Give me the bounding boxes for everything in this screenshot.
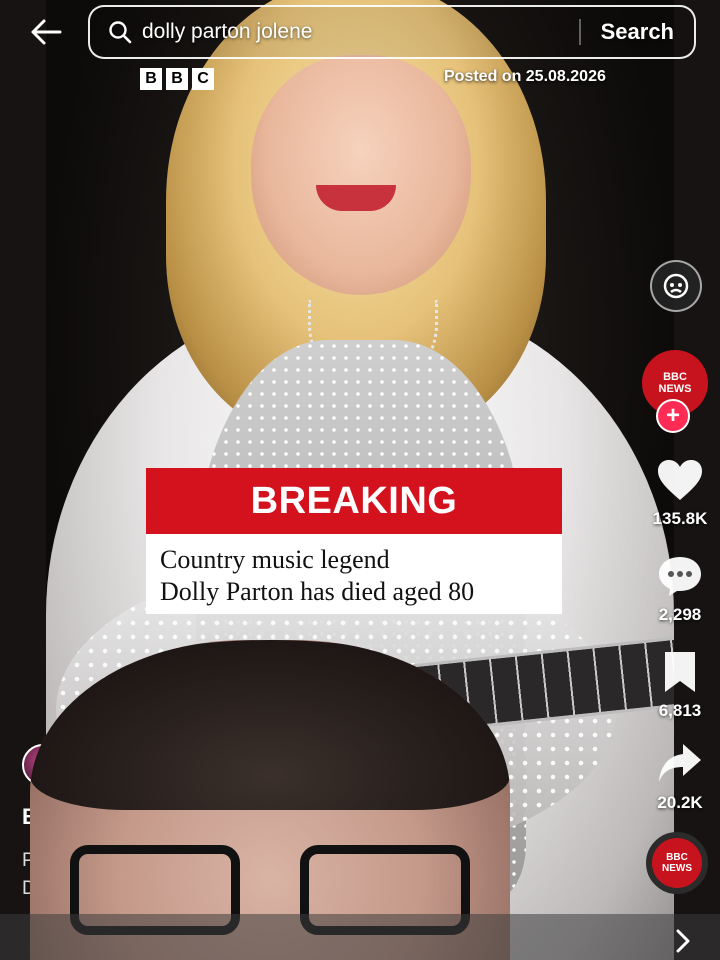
creator-facecam	[30, 640, 510, 960]
face-scan-icon	[663, 273, 689, 299]
effect-button[interactable]	[650, 260, 702, 312]
follow-button[interactable]: +	[656, 399, 690, 433]
posted-date: Posted on 25.08.2026	[444, 68, 606, 85]
breaking-headline: Country music legend Dolly Parton has di…	[146, 534, 562, 614]
share-count: 20.2K	[657, 793, 703, 812]
music-disc[interactable]: BBC NEWS	[646, 832, 708, 894]
music-disc-line-2: NEWS	[662, 863, 692, 874]
share-icon	[659, 744, 701, 782]
creator-avatar-line-1: BBC	[663, 371, 687, 383]
comment-icon	[659, 557, 701, 596]
bbc-logo-letter: C	[192, 68, 214, 90]
arrow-left-icon	[31, 19, 62, 45]
back-button[interactable]	[26, 14, 66, 50]
photo-face	[251, 55, 471, 295]
share-button[interactable]: 20.2K	[640, 740, 720, 813]
bookmark-icon	[665, 652, 695, 692]
heart-icon	[658, 460, 702, 500]
music-disc-line-1: BBC	[666, 852, 688, 863]
headline-line-2: Dolly Parton has died aged 80	[160, 577, 475, 606]
like-button[interactable]: 135.8K	[640, 458, 720, 529]
bbc-logo-letter: B	[140, 68, 162, 90]
bottom-bar	[0, 914, 720, 960]
bbc-logo: B B C	[140, 68, 214, 90]
search-box[interactable]: dolly parton jolene Search	[88, 5, 696, 59]
bbc-logo-letter: B	[166, 68, 188, 90]
like-count: 135.8K	[652, 509, 708, 528]
search-icon	[108, 20, 132, 44]
breaking-label: BREAKING	[146, 468, 562, 534]
chevron-right-icon	[676, 929, 690, 953]
facecam-hair	[30, 640, 510, 810]
headline-line-1: Country music legend	[160, 545, 390, 574]
comment-count: 2,298	[658, 605, 702, 624]
save-count: 6,813	[658, 701, 702, 720]
next-button[interactable]	[670, 926, 696, 956]
comment-button[interactable]: 2,298	[640, 554, 720, 625]
creator-avatar-line-2: NEWS	[658, 383, 692, 395]
save-button[interactable]: 6,813	[640, 650, 720, 721]
search-input[interactable]: dolly parton jolene	[142, 20, 579, 44]
video-screen: dolly parton jolene Search B B C Posted …	[0, 0, 720, 960]
search-button[interactable]: Search	[581, 19, 694, 45]
